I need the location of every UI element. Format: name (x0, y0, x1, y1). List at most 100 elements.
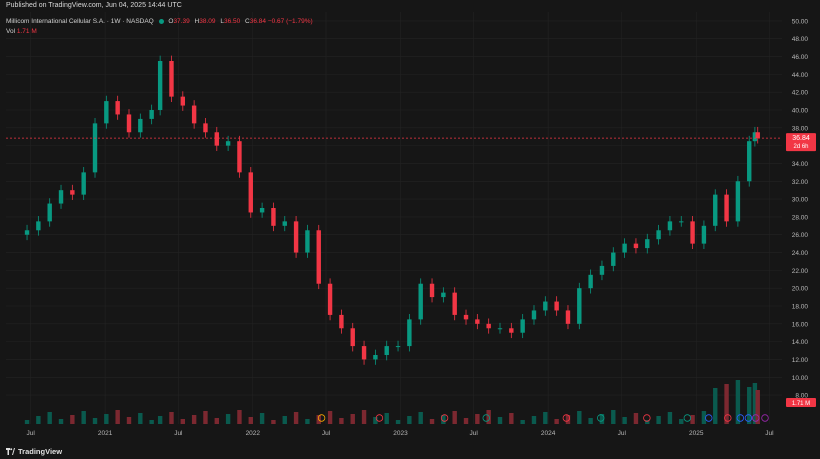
candle-body (327, 283, 333, 315)
volume-bar (543, 412, 548, 424)
volume-bar (463, 418, 469, 424)
candle-body (339, 314, 344, 329)
candle-body (157, 61, 163, 110)
candle-body (92, 123, 98, 173)
candle-body (509, 328, 514, 333)
price-tick-label: 10.00 (792, 375, 809, 382)
candle-body (350, 328, 355, 347)
volume-bar (361, 410, 367, 424)
time-tick-label: Jul (322, 430, 331, 437)
volume-bars (24, 380, 760, 424)
price-tick-label: 46.00 (792, 54, 809, 61)
candle-body (58, 190, 64, 204)
volume-bar (475, 414, 480, 424)
price-tick-label: 32.00 (792, 179, 809, 186)
volume-bar (531, 416, 537, 424)
volume-bar (407, 416, 412, 424)
candle-body (225, 141, 231, 146)
candle-body (486, 323, 491, 329)
volume-bar (157, 416, 163, 424)
candle-body (531, 310, 537, 320)
volume-bar (735, 380, 741, 424)
candle-body (384, 346, 389, 355)
brand-name: TradingView (18, 447, 63, 456)
volume-bar (418, 412, 423, 424)
time-tick-label: Jul (470, 430, 479, 437)
last-price-label: 36.84 (792, 135, 810, 142)
candle-body (305, 230, 310, 253)
volume-bar (713, 388, 718, 424)
candle-body (622, 243, 627, 253)
volume-bar (225, 414, 231, 424)
price-tick-label: 26.00 (792, 232, 809, 239)
volume-bar (191, 415, 197, 424)
published-note: Published on TradingView.com, Jun 04, 20… (6, 2, 182, 9)
legend-volume-row: Vol 1.71 M (6, 27, 313, 37)
chart-legend: Millicom International Cellular S.A. · 1… (6, 17, 313, 37)
candle-body (588, 274, 593, 289)
price-tick-label: 48.00 (792, 36, 809, 43)
volume-bar (36, 416, 41, 424)
price-tick-label: 16.00 (792, 321, 809, 328)
event-marker-icon (683, 414, 692, 422)
candle-body (293, 221, 299, 253)
volume-bar (271, 420, 276, 424)
candle-body (47, 203, 52, 222)
candle-body (633, 243, 639, 249)
candle-body (248, 172, 253, 213)
candle-body (441, 292, 446, 298)
volume-bar (588, 418, 593, 424)
volume-bar (395, 420, 401, 424)
tradingview-logo[interactable]: TradingView (6, 447, 62, 456)
volume-bar (577, 411, 582, 424)
candle-body (577, 288, 582, 324)
candle-body (645, 239, 650, 249)
volume-bar (509, 413, 514, 424)
candle-body (429, 283, 435, 298)
volume-value: 1.71 M (16, 28, 37, 35)
time-tick-label: Jul (618, 430, 627, 437)
candle-body (747, 141, 752, 182)
open-value: 37.39 (173, 18, 190, 25)
volume-bar (203, 411, 208, 424)
time-tick-label: 2023 (393, 430, 408, 437)
high-value: 38.09 (199, 18, 216, 25)
candle-series (24, 55, 760, 365)
candle-body (271, 208, 276, 226)
svg-text:1.71 M: 1.71 M (792, 401, 810, 407)
footer: TradingView (0, 444, 820, 459)
candle-body (452, 292, 457, 315)
candle-body (554, 301, 559, 311)
volume-bar (520, 420, 525, 424)
time-tick-label: 2022 (246, 430, 261, 437)
candle-body (599, 265, 605, 275)
volume-bar (339, 418, 344, 424)
candle-body (203, 123, 208, 133)
chart-grid (6, 12, 782, 424)
price-chart[interactable]: 50.0048.0046.0044.0042.0040.0038.0036.00… (0, 0, 820, 459)
volume-bar (611, 410, 616, 424)
volume-bar (138, 413, 143, 424)
volume-label[interactable]: Vol (6, 28, 15, 35)
candle-body (475, 319, 480, 324)
volume-bar (259, 413, 265, 424)
candle-body (611, 252, 616, 266)
symbol-title[interactable]: Millicom International Cellular S.A. · 1… (6, 18, 154, 25)
price-tick-label: 20.00 (792, 286, 809, 293)
price-tick-label: 42.00 (792, 90, 809, 97)
candle-body (169, 61, 174, 97)
volume-bar (24, 420, 30, 424)
volume-bar (486, 410, 491, 424)
volume-badge: 1.71 M (786, 398, 816, 407)
volume-bar (248, 417, 253, 424)
volume-bar (350, 414, 355, 424)
volume-bar (149, 420, 154, 424)
candle-body (543, 301, 548, 311)
volume-bar (633, 413, 639, 424)
candle-body (656, 230, 661, 240)
price-tick-label: 44.00 (792, 72, 809, 79)
candle-body (407, 319, 412, 347)
price-axis: 50.0048.0046.0044.0042.0040.0038.0036.00… (792, 18, 809, 399)
time-tick-label: 2024 (541, 430, 556, 437)
volume-bar (47, 412, 52, 424)
